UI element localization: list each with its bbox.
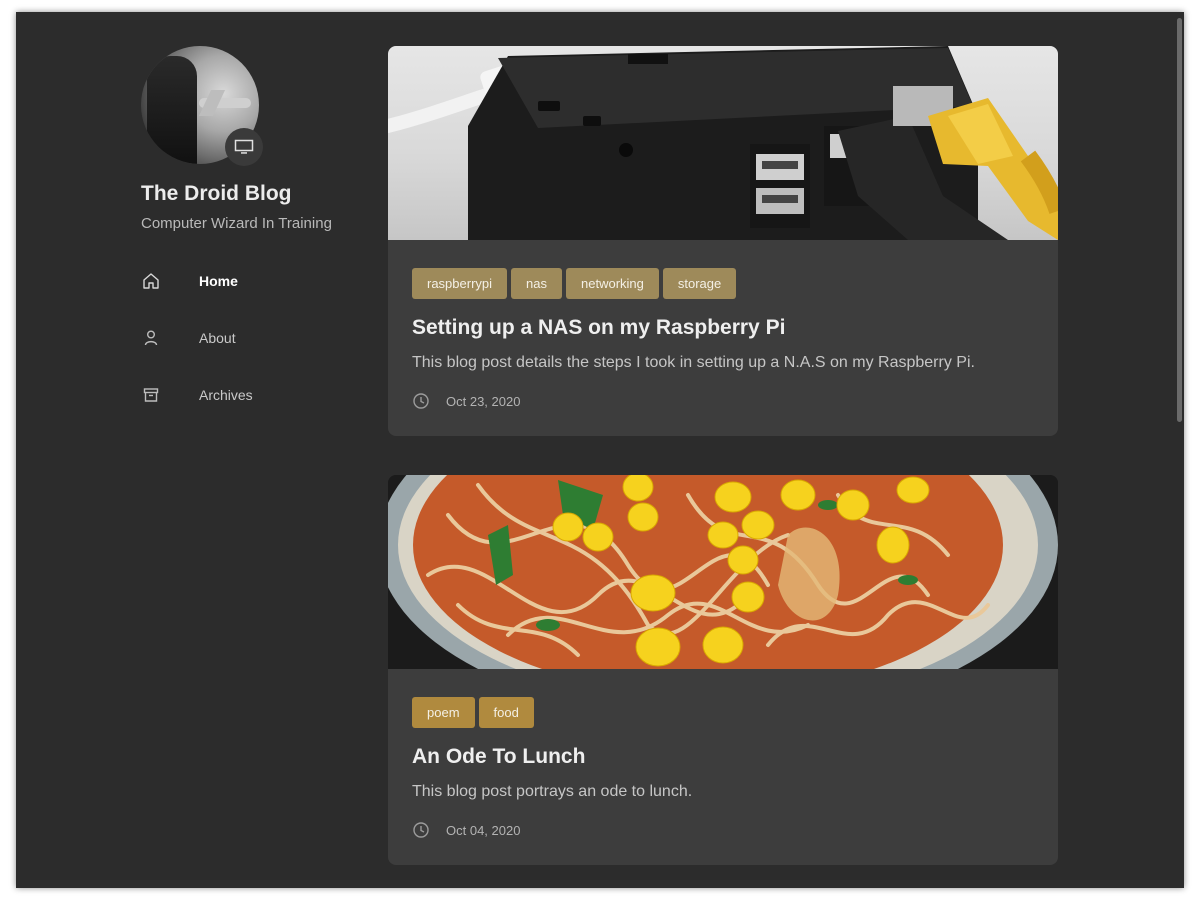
post-title[interactable]: An Ode To Lunch xyxy=(412,745,585,769)
post-date: Oct 23, 2020 xyxy=(446,393,521,409)
tag-list: poem food xyxy=(412,697,534,728)
monitor-icon xyxy=(234,139,254,154)
tag[interactable]: food xyxy=(478,697,534,728)
browser-viewport: The Droid Blog Computer Wizard In Traini… xyxy=(16,12,1184,888)
noodle-bowl-illustration xyxy=(388,475,1058,669)
post-excerpt: This blog post portrays an ode to lunch. xyxy=(412,783,693,800)
avatar-container xyxy=(141,46,263,166)
person-icon xyxy=(141,328,161,348)
sidebar: The Droid Blog Computer Wizard In Traini… xyxy=(16,12,376,888)
sidebar-nav: Home About Archives xyxy=(141,264,253,435)
post-image[interactable] xyxy=(388,46,1058,240)
tag[interactable]: networking xyxy=(566,268,659,299)
tag[interactable]: poem xyxy=(412,697,475,728)
home-icon xyxy=(141,271,161,291)
post-card[interactable]: poem food An Ode To Lunch This blog post… xyxy=(388,475,1058,865)
avatar-badge xyxy=(225,128,263,166)
archive-icon xyxy=(141,385,161,405)
tag[interactable]: raspberrypi xyxy=(412,268,508,299)
sidebar-item-label: Archives xyxy=(199,387,253,403)
sidebar-item-label: Home xyxy=(199,273,238,289)
post-card[interactable]: raspberrypi nas networking storage Setti… xyxy=(388,46,1058,436)
site-subtitle: Computer Wizard In Training xyxy=(141,215,332,232)
sidebar-item-about[interactable]: About xyxy=(141,321,253,355)
tag[interactable]: nas xyxy=(511,268,562,299)
post-meta: Oct 04, 2020 xyxy=(412,821,520,839)
tag[interactable]: storage xyxy=(662,268,737,299)
avatar-figure xyxy=(147,56,197,164)
post-title[interactable]: Setting up a NAS on my Raspberry Pi xyxy=(412,316,785,340)
post-excerpt: This blog post details the steps I took … xyxy=(412,354,975,371)
sidebar-item-archives[interactable]: Archives xyxy=(141,378,253,412)
post-date: Oct 04, 2020 xyxy=(446,822,521,838)
sidebar-item-label: About xyxy=(199,330,236,346)
tag-list: raspberrypi nas networking storage xyxy=(412,268,737,299)
sidebar-item-home[interactable]: Home xyxy=(141,264,253,298)
raspberry-pi-illustration xyxy=(388,46,1058,240)
clock-icon xyxy=(413,393,429,409)
clock-icon xyxy=(413,822,429,838)
site-title[interactable]: The Droid Blog xyxy=(141,182,292,206)
scrollbar[interactable] xyxy=(1177,18,1182,422)
post-image[interactable] xyxy=(388,475,1058,669)
post-meta: Oct 23, 2020 xyxy=(412,392,520,410)
